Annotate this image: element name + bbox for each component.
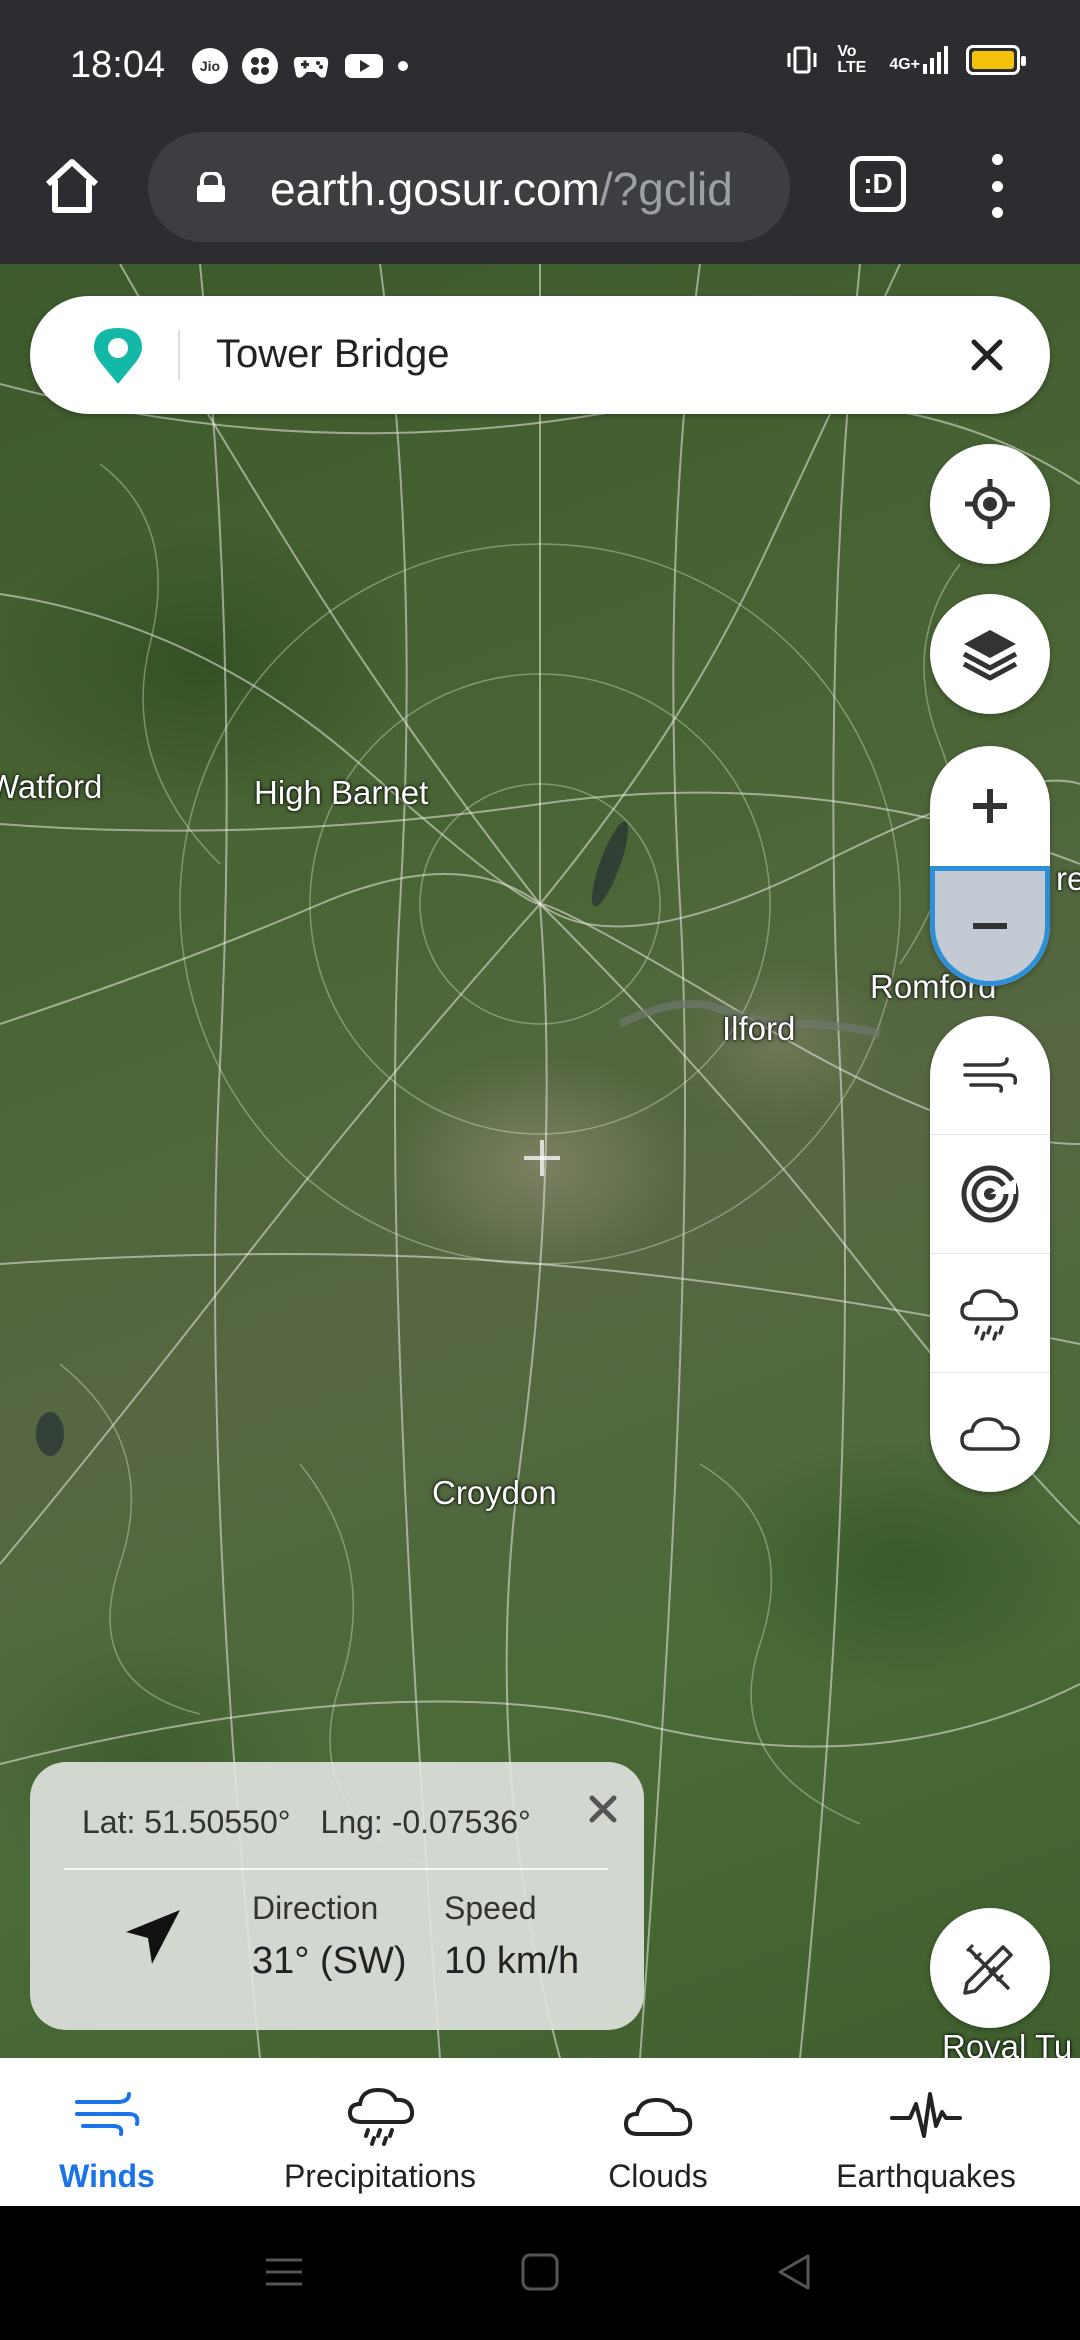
longitude: Lng: -0.07536° — [320, 1804, 531, 1840]
jio-icon: Jio — [192, 48, 228, 84]
zoom-out-button[interactable] — [930, 866, 1050, 986]
nav-precipitations[interactable]: Precipitations — [270, 2058, 490, 2206]
bottom-navigation: Winds Precipitations Clouds Earthquakes — [0, 2058, 1080, 2206]
wind-direction-arrow-icon — [126, 1910, 180, 1964]
close-icon[interactable] — [586, 1792, 620, 1826]
nav-winds[interactable]: Winds — [42, 2058, 172, 2206]
status-left-icons: Jio — [192, 48, 408, 84]
pencil-ruler-icon — [963, 1943, 1013, 1995]
nav-label: Clouds — [608, 2158, 708, 2194]
youtube-icon — [345, 54, 383, 78]
status-bar: 18:04 Jio Vo LTE 4G+ — [0, 0, 1080, 132]
status-time: 18:04 — [70, 44, 166, 86]
wind-icon — [963, 1057, 1018, 1093]
battery-icon — [966, 45, 1026, 75]
lock-icon[interactable] — [194, 172, 228, 202]
tabs-button[interactable]: :D — [850, 156, 906, 212]
wind-overlay-button[interactable] — [930, 1016, 1050, 1135]
seismograph-icon — [890, 2092, 962, 2138]
wind-info-card: Lat: 51.50550° Lng: -0.07536° Direction 3… — [30, 1762, 644, 2030]
weather-overlay-controls — [930, 1016, 1050, 1492]
clear-search-icon[interactable] — [962, 330, 1012, 380]
coordinates: Lat: 51.50550° Lng: -0.07536° — [82, 1804, 531, 1841]
cloud-icon — [623, 2097, 693, 2136]
nav-label: Winds — [59, 2158, 155, 2194]
latitude: Lat: 51.50550° — [82, 1804, 291, 1840]
home-nav-icon[interactable] — [520, 2252, 560, 2292]
map-label-royal-tu: Royal Tu — [942, 2028, 1073, 2058]
card-divider — [64, 1868, 608, 1870]
map-label-watford: Watford — [0, 768, 103, 805]
plus-icon — [973, 789, 1007, 823]
overflow-menu-icon[interactable] — [982, 154, 1012, 218]
speed-value: 10 km/h — [444, 1940, 580, 1982]
search-bar[interactable]: Tower Bridge — [30, 296, 1050, 414]
draw-measure-button[interactable] — [930, 1908, 1050, 2028]
map-center-crosshair — [524, 1140, 560, 1176]
crosshair-target-icon — [965, 479, 1015, 529]
volte-icon: Vo LTE — [837, 43, 867, 76]
system-navigation-bar — [0, 2206, 1080, 2340]
address-bar[interactable]: earth.gosur.com/?gclid — [148, 132, 790, 242]
gamepad-icon — [293, 57, 329, 78]
my-location-button[interactable] — [930, 444, 1050, 564]
url-text[interactable]: earth.gosur.com/?gclid — [270, 162, 770, 216]
nav-earthquakes[interactable]: Earthquakes — [826, 2058, 1026, 2206]
location-pin-icon — [94, 328, 142, 384]
map-label-ilford: Ilford — [722, 1010, 796, 1047]
wind-icon — [75, 2092, 140, 2136]
home-icon[interactable] — [40, 154, 104, 218]
rain-cloud-icon — [960, 1289, 1019, 1341]
status-right-icons: Vo LTE 4G+ — [785, 43, 1026, 76]
notification-dot-icon — [398, 61, 408, 71]
nav-label: Earthquakes — [836, 2158, 1016, 2194]
cloud-overlay-button[interactable] — [930, 1373, 1050, 1492]
direction-label: Direction — [252, 1890, 379, 1926]
cloud-icon — [960, 1416, 1020, 1451]
browser-toolbar: earth.gosur.com/?gclid :D — [0, 132, 1080, 264]
direction-value: 31° (SW) — [252, 1940, 407, 1982]
search-divider — [178, 330, 180, 380]
precipitation-overlay-button[interactable] — [930, 1254, 1050, 1373]
back-icon[interactable] — [774, 2252, 814, 2292]
zoom-controls — [930, 746, 1050, 986]
nav-label: Precipitations — [283, 2158, 477, 2194]
zoom-in-button[interactable] — [930, 746, 1050, 866]
speed-label: Speed — [444, 1890, 537, 1926]
rain-cloud-icon — [347, 2087, 415, 2146]
minus-icon — [973, 923, 1007, 929]
search-input[interactable]: Tower Bridge — [216, 332, 449, 377]
radar-icon — [961, 1165, 1019, 1223]
game-controller-icon — [242, 48, 278, 84]
layers-icon — [962, 630, 1018, 681]
map-label-croydon: Croydon — [432, 1474, 557, 1511]
recents-icon[interactable] — [262, 2252, 306, 2292]
map-label-edge: re — [1056, 860, 1080, 897]
nav-clouds[interactable]: Clouds — [596, 2058, 720, 2206]
radar-overlay-button[interactable] — [930, 1135, 1050, 1254]
map-layers-button[interactable] — [930, 594, 1050, 714]
vibrate-icon — [787, 46, 817, 74]
map-label-high-barnet: High Barnet — [254, 774, 429, 811]
4g-signal-icon: 4G+ — [889, 46, 948, 74]
